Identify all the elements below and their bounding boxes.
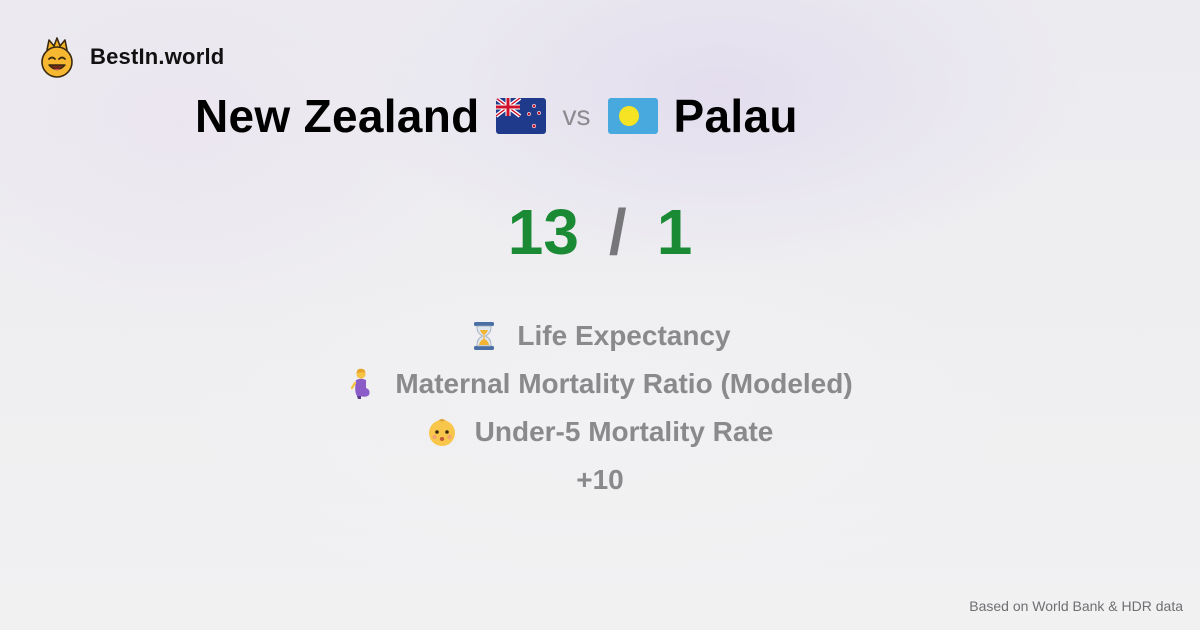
metric-item: Life Expectancy — [469, 312, 731, 360]
more-metrics-count: +10 — [576, 464, 624, 495]
brand[interactable]: BestIn.world — [38, 36, 224, 78]
metric-label: Maternal Mortality Ratio (Modeled) — [395, 368, 853, 399]
pregnant-woman-icon — [351, 368, 370, 399]
hourglass-icon — [474, 322, 495, 350]
new-zealand-flag-icon — [495, 98, 546, 134]
metric-item: Maternal Mortality Ratio (Modeled) — [347, 360, 853, 408]
comparison-title: New Zealand vs Palau — [195, 88, 798, 144]
palau-flag-icon — [607, 98, 658, 134]
vs-label: vs — [562, 100, 591, 131]
left-country-name: New Zealand — [195, 90, 480, 142]
metric-item: Under-5 Mortality Rate — [427, 408, 774, 456]
metric-label: Life Expectancy — [517, 320, 731, 351]
data-source-note: Based on World Bank & HDR data — [969, 598, 1183, 614]
left-score: 13 — [507, 196, 579, 268]
brand-name: BestIn.world — [90, 44, 225, 69]
right-score: 1 — [656, 196, 693, 268]
metric-label: Under-5 Mortality Rate — [474, 416, 774, 447]
metrics-list: Life Expectancy Maternal Mortality Ratio… — [0, 312, 1200, 504]
baby-face-icon — [428, 419, 455, 446]
score: 13 / 1 — [0, 196, 1200, 268]
right-country-name: Palau — [673, 90, 798, 142]
score-separator: / — [608, 196, 627, 268]
smiling-crown-face-icon — [41, 37, 73, 78]
